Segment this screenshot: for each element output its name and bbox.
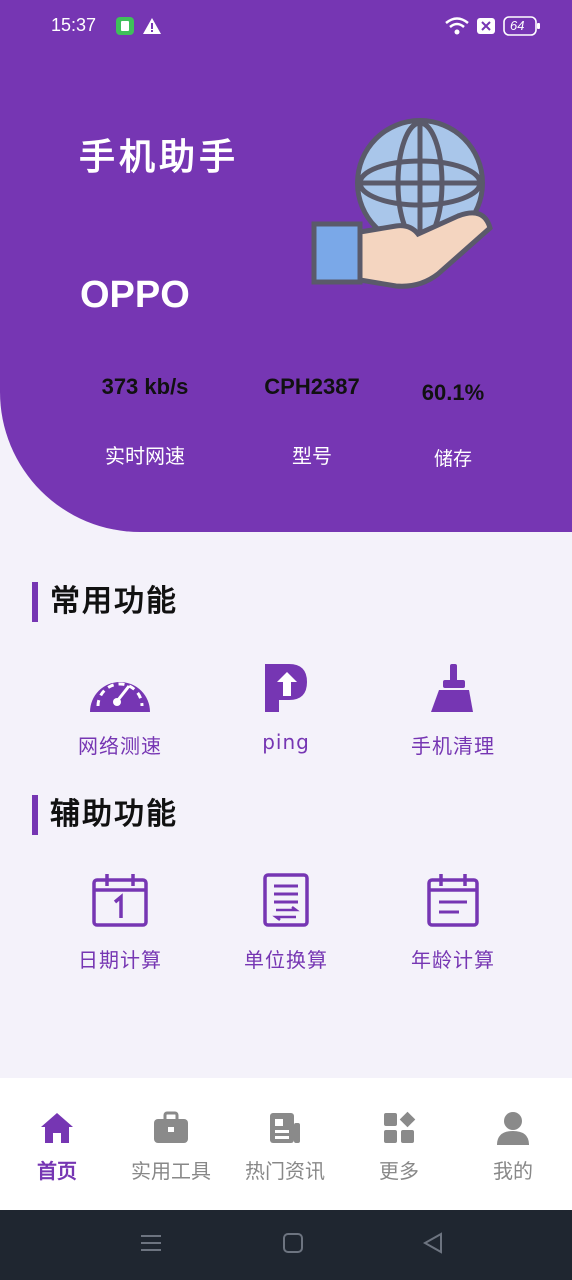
usb-debug-icon bbox=[115, 16, 135, 40]
stat-speed-value: 373 kb/s bbox=[101, 374, 189, 399]
tab-profile[interactable]: 我的 bbox=[456, 1078, 570, 1210]
status-time: 15:37 bbox=[51, 15, 97, 35]
speedometer-icon bbox=[35, 650, 205, 714]
tab-news-label: 热门资讯 bbox=[245, 1159, 325, 1183]
menu-icon[interactable] bbox=[140, 1232, 162, 1258]
apps-icon bbox=[342, 1111, 456, 1147]
tab-profile-label: 我的 bbox=[493, 1159, 533, 1183]
feature-ping-label: ping bbox=[262, 730, 310, 754]
briefcase-icon bbox=[114, 1111, 228, 1147]
news-icon bbox=[228, 1111, 342, 1147]
calendar-icon bbox=[35, 864, 205, 928]
feature-age-calc[interactable]: 年龄计算 bbox=[368, 864, 538, 973]
device-brand: OPPO bbox=[80, 274, 190, 316]
no-sim-icon bbox=[476, 16, 496, 40]
feature-date-calc[interactable]: 日期计算 bbox=[35, 864, 205, 973]
user-icon bbox=[456, 1111, 570, 1147]
feature-speed-test-label: 网络测速 bbox=[78, 734, 162, 758]
bottom-tab-bar: 首页 实用工具 热门资讯 更多 我的 bbox=[0, 1078, 572, 1210]
tab-home[interactable]: 首页 bbox=[0, 1078, 114, 1210]
system-nav-bar bbox=[0, 1210, 572, 1280]
tab-news[interactable]: 热门资讯 bbox=[228, 1078, 342, 1210]
header-banner: 15:37 64 手机助手 OPPO 373 kb/s 实时网速 CPH2387… bbox=[0, 0, 572, 532]
parking-p-icon bbox=[201, 650, 371, 714]
warning-icon bbox=[142, 16, 162, 40]
stat-storage-label: 储存 bbox=[433, 448, 472, 470]
feature-phone-cleanup-label: 手机清理 bbox=[411, 734, 495, 758]
tab-tools-label: 实用工具 bbox=[131, 1159, 211, 1183]
wifi-icon bbox=[444, 16, 470, 40]
section-title-common: 常用功能 bbox=[32, 582, 178, 622]
feature-age-calc-label: 年龄计算 bbox=[411, 948, 495, 972]
battery-level: 64 bbox=[510, 18, 525, 33]
feature-phone-cleanup[interactable]: 手机清理 bbox=[368, 650, 538, 759]
calendar-lines-icon bbox=[368, 864, 538, 928]
stat-storage-value: 60.1% bbox=[421, 380, 485, 405]
globe-hand-icon bbox=[308, 116, 498, 310]
tab-more[interactable]: 更多 bbox=[342, 1078, 456, 1210]
section-title-aux: 辅助功能 bbox=[32, 795, 178, 835]
broom-icon bbox=[368, 650, 538, 714]
tab-more-label: 更多 bbox=[379, 1159, 419, 1183]
home-square-icon[interactable] bbox=[282, 1232, 304, 1258]
stat-speed-label: 实时网速 bbox=[105, 444, 185, 468]
home-icon bbox=[0, 1111, 114, 1147]
tab-home-label: 首页 bbox=[37, 1159, 77, 1183]
feature-date-calc-label: 日期计算 bbox=[78, 948, 162, 972]
feature-ping[interactable]: ping bbox=[201, 650, 371, 754]
status-bar: 15:37 64 bbox=[0, 0, 572, 52]
feature-unit-conversion[interactable]: 单位换算 bbox=[201, 864, 371, 973]
feature-unit-conversion-label: 单位换算 bbox=[244, 948, 328, 972]
back-triangle-icon[interactable] bbox=[422, 1232, 444, 1258]
document-convert-icon bbox=[201, 864, 371, 928]
app-title: 手机助手 bbox=[79, 137, 240, 178]
feature-speed-test[interactable]: 网络测速 bbox=[35, 650, 205, 759]
tab-tools[interactable]: 实用工具 bbox=[114, 1078, 228, 1210]
